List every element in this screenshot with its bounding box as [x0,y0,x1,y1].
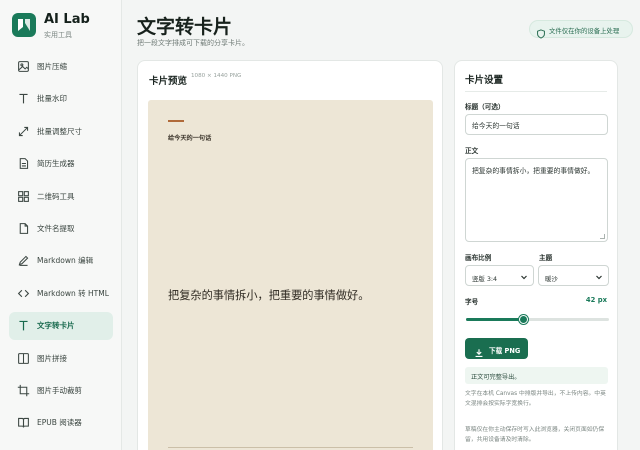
status-text: 正文可完整导出。 [471,374,521,381]
theme-value: 暖沙 [545,274,558,283]
slider-thumb[interactable] [518,315,528,324]
sidebar-item-qrcode[interactable]: 二维码工具 [9,183,113,211]
sidebar-item-markdown-editor[interactable]: Markdown 编辑 [9,247,113,275]
download-png-button[interactable]: 下载 PNG [465,338,528,359]
settings-title: 卡片设置 [465,75,504,86]
chevron-down-icon [520,273,528,281]
sidebar: AI Lab 实用工具 图片压缩 批量水印 批量调整尺寸 简历生成器 二维码工具… [0,0,122,450]
sidebar-nav: 图片压缩 批量水印 批量调整尺寸 简历生成器 二维码工具 文件名提取 Markd… [9,53,113,442]
sidebar-item-text-to-card[interactable]: 文字转卡片 [9,312,113,341]
title-label: 标题（可选） [465,103,505,111]
title-input[interactable] [465,114,608,135]
logo-icon [12,13,36,37]
note-line: 留，共用设备请及时清除。 [465,436,535,443]
status-message: 正文可完整导出。 [465,367,608,384]
ratio-select[interactable]: 竖版 3:4 [465,265,534,286]
card-preview: 给今天的一句话 把复杂的事情拆小，把重要的事情做好。 [148,100,433,450]
page-title: 文字转卡片 [137,16,233,38]
sidebar-item-label: 批量水印 [37,94,67,104]
theme-select[interactable]: 暖沙 [538,265,609,286]
ratio-label: 画布比例 [465,254,492,262]
ratio-value: 竖版 3:4 [472,274,498,283]
card-body: 把复杂的事情拆小，把重要的事情做好。 [168,289,370,302]
sidebar-item-label: 二维码工具 [37,191,75,201]
note-draft-storage: 草稿仅在你主动保存时写入此浏览器，关闭页面如仍保 留，共用设备请及时清除。 [465,426,611,445]
card-title: 给今天的一句话 [168,135,212,142]
sidebar-item-batch-watermark[interactable]: 批量水印 [9,85,113,113]
note-local-export: 文字在本机 Canvas 中排版并导出，不上传内容。中英 文混排会按实际字宽换行… [465,390,611,409]
slider-fill [466,318,524,321]
sidebar-item-label: 图片压缩 [37,62,67,71]
app-title: AI Lab [44,12,90,27]
resize-icon [17,125,30,138]
sidebar-item-label: 简历生成器 [37,159,75,169]
privacy-badge: 文件仅在你的设备上处理 [529,20,633,39]
sidebar-item-label: 图片拼接 [37,353,67,363]
card-accent-line [168,120,184,122]
text-t-icon [17,92,30,105]
shield-icon [536,24,546,39]
theme-label: 主题 [539,254,553,262]
privacy-badge-text: 文件仅在你的设备上处理 [549,26,620,35]
sidebar-item-image-compress[interactable]: 图片压缩 [9,53,113,81]
download-icon [474,343,484,357]
note-line: 草稿仅在你主动保存时写入此浏览器，关闭页面如仍保 [465,427,605,433]
app-subtitle: 实用工具 [44,31,72,39]
columns-icon [17,352,30,365]
sidebar-item-image-stitch[interactable]: 图片拼接 [9,345,113,373]
card-divider [168,447,413,448]
pen-icon [17,254,30,267]
resize-grip-icon[interactable] [600,234,605,239]
font-size-label: 字号 [465,298,479,306]
sidebar-item-label: EPUB 阅读器 [37,418,82,428]
preview-panel: 卡片预览 1080 × 1440 PNG 给今天的一句话 把复杂的事情拆小，把重… [137,60,443,450]
download-label: 下载 PNG [489,346,521,355]
font-size-slider[interactable] [466,315,609,324]
sidebar-item-resume-builder[interactable]: 简历生成器 [9,150,113,178]
document-icon [17,157,30,170]
body-textarea[interactable]: 把复杂的事情拆小，把重要的事情做好。 [465,158,608,242]
file-icon [17,222,30,235]
brand[interactable]: AI Lab 实用工具 [12,12,122,42]
note-line: 文字在本机 Canvas 中排版并导出，不上传内容。中英 [465,391,606,397]
chevron-down-icon [595,273,603,281]
body-label: 正文 [465,147,479,155]
settings-panel: 卡片设置 标题（可选） 正文 把复杂的事情拆小，把重要的事情做好。 画布比例 竖… [454,60,618,450]
sidebar-item-label: 文件名提取 [37,223,75,233]
sidebar-item-filename-extract[interactable]: 文件名提取 [9,215,113,243]
page-subtitle: 把一段文字排成可下载的分享卡片。 [137,39,249,47]
note-line: 文混排会按实际字宽换行。 [465,400,535,407]
sidebar-item-label: 批量调整尺寸 [37,126,82,136]
body-text: 把复杂的事情拆小，把重要的事情做好。 [472,167,595,175]
sidebar-item-image-crop[interactable]: 图片手动裁剪 [9,377,113,405]
text-t-icon [17,319,30,332]
sidebar-item-label: 文字转卡片 [37,321,75,331]
crop-icon [17,384,30,397]
sidebar-item-label: 图片手动裁剪 [37,385,82,395]
sidebar-item-label: Markdown 转 HTML [37,288,109,298]
sidebar-item-markdown-to-html[interactable]: Markdown 转 HTML [9,280,113,308]
sidebar-item-epub-reader[interactable]: EPUB 阅读器 [9,409,113,437]
grid-icon [17,190,30,203]
book-icon [17,416,30,429]
sidebar-item-label: Markdown 编辑 [37,256,94,266]
preview-title: 卡片预览 [149,76,188,87]
font-size-value: 42 px [585,296,607,304]
image-icon [17,60,30,73]
code-icon [17,287,30,300]
divider [465,91,607,92]
sidebar-item-batch-resize[interactable]: 批量调整尺寸 [9,118,113,146]
preview-size-note: 1080 × 1440 PNG [191,73,242,79]
